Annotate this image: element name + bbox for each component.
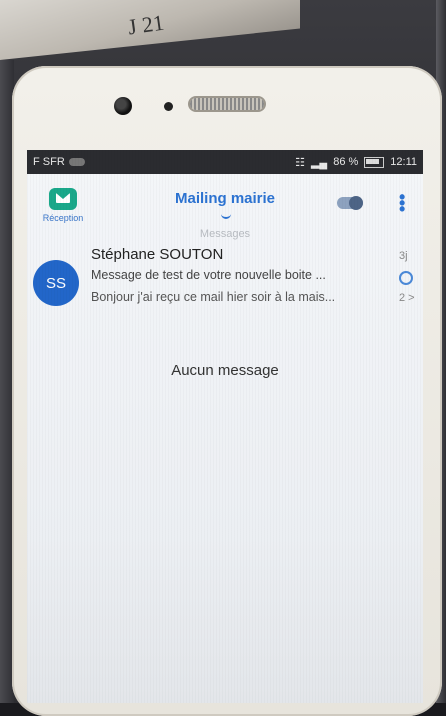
wifi-icon: ☷ <box>295 156 305 169</box>
toggle-knob <box>349 196 363 210</box>
empty-state-text: Aucun message <box>171 362 279 379</box>
carrier-label: F SFR <box>33 156 65 168</box>
notification-pill-icon <box>68 158 85 166</box>
toggle-switch[interactable] <box>337 196 363 210</box>
message-row[interactable]: SS Stéphane SOUTON Message de test de vo… <box>27 244 423 324</box>
proximity-sensor <box>164 102 173 111</box>
signal-icon: ▂▄ <box>310 156 328 169</box>
page-title: Mailing mairie <box>174 190 276 207</box>
front-camera <box>114 97 132 115</box>
loading-spinner-icon <box>221 212 231 219</box>
message-time: 3j <box>399 250 408 262</box>
paper-text: J 21 <box>126 9 166 40</box>
status-bar: F SFR ☷ ▂▄ 86 % 12:11 <box>27 150 423 174</box>
earpiece-speaker <box>190 98 264 110</box>
message-sender: Stéphane SOUTON <box>91 246 224 263</box>
overflow-menu-icon[interactable]: • • • <box>399 188 405 218</box>
phone-screen: F SFR ☷ ▂▄ 86 % 12:11 Réception Mailing … <box>27 150 423 703</box>
avatar[interactable]: SS <box>33 260 79 306</box>
app-bar: Réception Mailing mairie • • • <box>27 174 423 232</box>
battery-percentage: 86 % <box>333 156 359 168</box>
thread-count[interactable]: 2 > <box>399 292 415 304</box>
message-preview: Bonjour j'ai reçu ce mail hier soir à la… <box>91 290 336 304</box>
unread-indicator-icon[interactable] <box>399 271 413 285</box>
clock: 12:11 <box>390 156 417 168</box>
inbox-label: Réception <box>42 213 84 223</box>
message-subject: Message de test de votre nouvelle boite … <box>91 268 326 282</box>
battery-icon <box>364 156 385 168</box>
